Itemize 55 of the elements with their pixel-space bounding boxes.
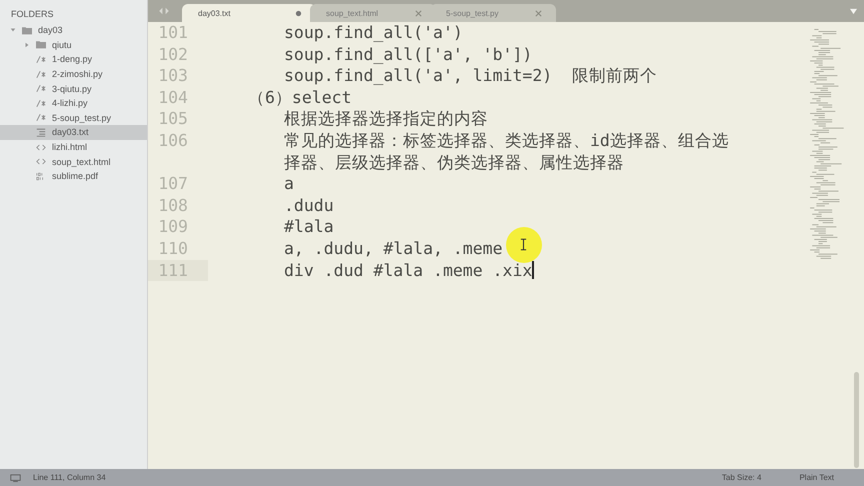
- slash-star-icon: [36, 98, 46, 108]
- unsaved-dot-icon[interactable]: [295, 10, 302, 16]
- file-tree-item[interactable]: lizhi.html: [0, 140, 147, 154]
- angle-brackets-icon: [36, 142, 46, 152]
- slash-star-icon: [36, 84, 46, 94]
- code-line: soup.find_all('a'): [284, 22, 463, 44]
- line-number: 105: [157, 108, 189, 130]
- slash-star-icon: [36, 113, 46, 122]
- angle-brackets-icon: [36, 157, 46, 166]
- file-tree-item[interactable]: qiutu: [0, 38, 147, 52]
- code-line: 根据选择器选择指定的内容: [284, 108, 488, 130]
- binary-digits-icon: [36, 172, 46, 181]
- line-number: 101: [157, 22, 189, 44]
- text-cursor-icon: [520, 238, 527, 251]
- code-line: a: [284, 173, 294, 195]
- tab-size[interactable]: Tab Size: 4: [722, 473, 762, 482]
- file-tree-item[interactable]: 4-lizhi.py: [0, 96, 147, 111]
- sidebar-header: FOLDERS: [10, 9, 55, 21]
- file-tree-item[interactable]: 3-qiutu.py: [0, 81, 147, 96]
- code-line: #lala: [284, 216, 334, 238]
- file-tree-item[interactable]: sublime.pdf: [0, 168, 147, 184]
- line-number: 110: [157, 238, 189, 260]
- monitor-icon[interactable]: [10, 474, 21, 482]
- lines-icon: [36, 128, 46, 137]
- slash-star-icon: [36, 70, 46, 79]
- file-tree-item[interactable]: day03: [0, 23, 147, 38]
- file-tree-item[interactable]: 1-deng.py: [0, 52, 147, 67]
- text-caret: [532, 260, 534, 279]
- close-icon[interactable]: [535, 10, 542, 16]
- file-tree-item[interactable]: 2-zimoshi.py: [0, 66, 147, 82]
- line-number: 107: [157, 173, 189, 195]
- line-number: 103: [157, 65, 189, 87]
- line-number: 109: [157, 216, 189, 238]
- file-tree-item[interactable]: day03.txt: [0, 125, 147, 140]
- line-number: 104: [157, 86, 189, 108]
- code-line: soup.find_all(['a', 'b']): [284, 44, 532, 66]
- file-tree-item[interactable]: 5-soup_test.py: [0, 110, 147, 126]
- code-line: （6）select: [248, 86, 352, 108]
- close-icon[interactable]: [415, 10, 422, 16]
- cursor-position: Line 111, Column 34: [33, 473, 106, 482]
- scrollbar-thumb[interactable]: [854, 372, 859, 468]
- code-line: a, .dudu, #lala, .meme: [284, 238, 503, 260]
- code-line: soup.find_all('a', limit=2) 限制前两个: [284, 65, 658, 87]
- collapsed-triangle-icon: [24, 42, 30, 48]
- dropdown-arrow-icon[interactable]: [849, 8, 858, 15]
- line-number: 106: [157, 130, 189, 152]
- expanded-triangle-icon: [10, 27, 16, 34]
- file-tree-item[interactable]: soup_text.html: [0, 154, 147, 169]
- slash-star-icon: [36, 54, 46, 64]
- cursor-highlight: [506, 227, 542, 263]
- code-line: div .dud #lala .meme .xix: [284, 260, 534, 282]
- syntax-mode[interactable]: Plain Text: [799, 473, 834, 482]
- line-number: 102: [157, 44, 189, 66]
- line-number: 108: [157, 194, 189, 216]
- code-line: .dudu: [284, 194, 334, 216]
